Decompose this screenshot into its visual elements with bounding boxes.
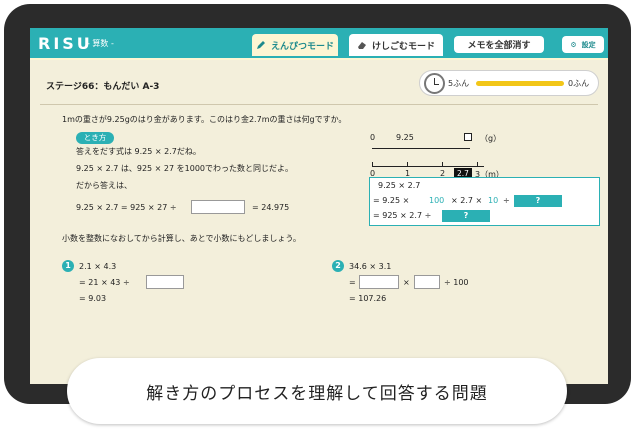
work-multiplier-100: 100 (429, 196, 445, 205)
settings-label: 設定 (581, 40, 596, 49)
number-line-top-unit: （g） (480, 134, 502, 143)
header-underline (30, 58, 608, 60)
tab-pencil-mode[interactable]: えんぴつモード (252, 34, 338, 56)
question-text: 1mの重さが9.25gのはり金があります。このはり金2.7mの重さは何gですか。 (62, 115, 347, 124)
gear-icon: ⚙ (570, 40, 577, 49)
timer-end-label: 0ふん (568, 79, 590, 88)
unknown-answer-box[interactable]: ? (514, 195, 562, 207)
tab-eraser-label: けしごむモード (371, 41, 435, 52)
exercise-2-answer-input-a[interactable] (359, 275, 399, 289)
axis-tick (477, 162, 478, 167)
caption-banner: 解き方のプロセスを理解して回答する問題 (67, 358, 567, 424)
axis-tick (372, 162, 373, 167)
subject-label: - 算数 - (87, 39, 114, 48)
unknown-square (464, 133, 472, 141)
app-header: RISU - 算数 - えんぴつモード けしごむモード メモを全部消す ⚙ 設定 (30, 28, 608, 60)
main-equation-left: 9.25 × 2.7 = 925 × 27 ÷ (76, 203, 177, 212)
work-line-2-suffix: ÷ (503, 196, 510, 205)
settings-button[interactable]: ⚙ 設定 (562, 36, 604, 53)
hint-text: 小数を整数になおしてから計算し、あとで小数にもどしましょう。 (62, 234, 301, 243)
app-screen: RISU - 算数 - えんぴつモード けしごむモード メモを全部消す ⚙ 設定… (30, 28, 608, 384)
exercise-2-divide: ÷ 100 (444, 278, 469, 287)
exercise-number-badge: 2 (332, 260, 344, 272)
tab-pencil-label: えんぴつモード (270, 41, 334, 52)
length-axis (372, 166, 484, 167)
exercise-2-line-1: 34.6 × 3.1 (349, 262, 392, 271)
work-multiplier-10: 10 (488, 196, 499, 205)
number-line-top-label: 9.25 (396, 133, 414, 142)
exercise-1-line-2: = 21 × 43 ÷ (79, 278, 130, 287)
main-equation-right: = 24.975 (252, 203, 290, 212)
axis-tick (442, 162, 443, 167)
clear-memo-button[interactable]: メモを全部消す (454, 36, 544, 53)
explanation-line: だから答えは、 (76, 181, 132, 190)
work-box: 9.25 × 2.7 = 9.25 × 100 × 2.7 × 10 ÷ ? =… (369, 177, 600, 226)
tab-eraser-mode[interactable]: けしごむモード (349, 34, 443, 56)
exercise-2-answer-input-b[interactable] (414, 275, 440, 289)
timer: 5ふん 0ふん (419, 70, 599, 96)
main-answer-input[interactable] (191, 200, 245, 214)
exercise-number-badge: 1 (62, 260, 74, 272)
unknown-answer-box[interactable]: ? (442, 210, 490, 222)
work-line-2-mid: × 2.7 × (451, 196, 483, 205)
weight-line (372, 148, 470, 149)
work-line-1: 9.25 × 2.7 (378, 181, 421, 190)
tablet-frame: RISU - 算数 - えんぴつモード けしごむモード メモを全部消す ⚙ 設定… (4, 4, 631, 404)
exercise-1-answer-input[interactable] (146, 275, 184, 289)
explanation-line: 答えをだす式は 9.25 × 2.7だね。 (76, 147, 201, 156)
divider (40, 104, 598, 105)
exercise-2-line-3: = 107.26 (349, 294, 387, 303)
toki-kata-badge: とき方 (76, 132, 114, 144)
clock-icon (424, 73, 445, 94)
exercise-1-line-3: = 9.03 (79, 294, 107, 303)
number-line-top-label: 0 (370, 133, 376, 142)
explanation-line: 9.25 × 2.7 は、925 × 27 を1000でわった数と同じだよ。 (76, 164, 294, 173)
timer-start-label: 5ふん (448, 79, 470, 88)
exercise-2-times: × (403, 278, 410, 287)
timer-progress-bar (476, 81, 564, 86)
work-line-3: = 925 × 2.7 ÷ (373, 211, 432, 220)
axis-tick (407, 162, 408, 167)
pencil-icon (256, 41, 265, 49)
stage-title: ステージ66：もんだい A-3 (46, 82, 160, 92)
exercise-2-equals: = (349, 278, 356, 287)
work-line-2-prefix: = 9.25 × (373, 196, 410, 205)
exercise-1-line-1: 2.1 × 4.3 (79, 262, 117, 271)
clear-memo-label: メモを全部消す (467, 41, 531, 51)
eraser-icon (357, 42, 366, 49)
app-logo: RISU (38, 34, 93, 53)
